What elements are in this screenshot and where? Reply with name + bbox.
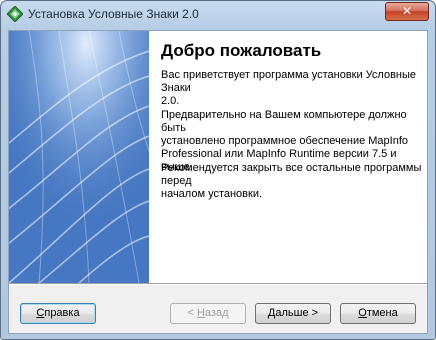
installer-window: Установка Условные Знаки 2.0 ✕ Добро пож… [0,0,436,340]
cancel-label-rest: тмена [366,307,398,319]
help-button[interactable]: Справка [20,303,96,324]
installer-diamond-icon [7,6,23,22]
back-label-pre: < [187,307,197,319]
page-title: Добро пожаловать [161,41,322,60]
dialog-client-area: Добро пожаловать Вас приветствует програ… [8,30,428,334]
back-accel-char: Н [196,307,205,319]
next-button-label: Дальше > [268,304,318,323]
back-button-label: < Назад [187,304,228,323]
title-bar[interactable]: Установка Условные Знаки 2.0 ✕ [1,1,435,29]
cancel-button-label: Отмена [358,304,397,323]
recommendation-text: Рекомендуется закрыть все остальные прог… [161,162,422,200]
welcome-panel: Добро пожаловать Вас приветствует програ… [149,31,427,283]
back-label-rest: азад [204,307,229,319]
window-title: Установка Условные Знаки 2.0 [28,7,199,21]
next-label-rest: альше > [275,307,319,319]
wizard-banner-image [9,31,149,283]
cancel-button[interactable]: Отмена [340,303,416,324]
close-button[interactable]: ✕ [385,2,429,21]
welcome-intro-text: Вас приветствует программа установки Усл… [161,69,417,107]
next-button[interactable]: Дальше > [255,303,331,324]
banner-swirl-graphic [9,31,149,283]
cancel-accel-char: О [358,307,367,319]
help-label-rest: правка [44,307,80,319]
footer-divider [9,283,427,285]
help-button-label: Справка [36,304,79,323]
close-icon: ✕ [401,4,413,18]
back-button[interactable]: < Назад [170,303,246,324]
